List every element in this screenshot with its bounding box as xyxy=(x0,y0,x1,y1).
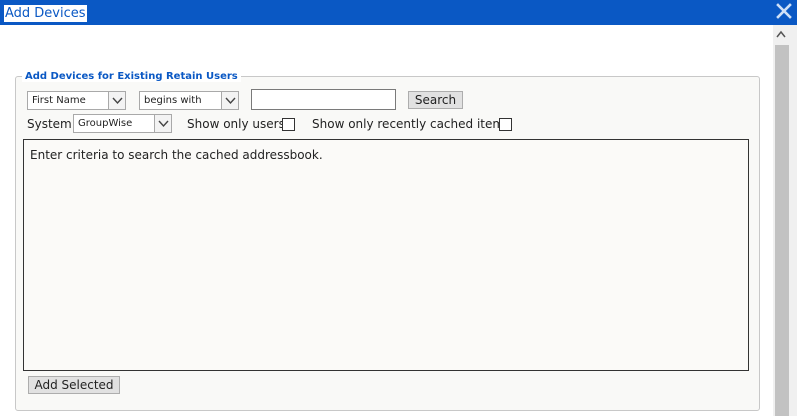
results-list[interactable]: Enter criteria to search the cached addr… xyxy=(23,139,749,371)
search-input[interactable] xyxy=(251,89,396,110)
chevron-down-icon xyxy=(154,115,171,132)
operator-select-value: begins with xyxy=(144,95,202,106)
scroll-thumb[interactable] xyxy=(775,45,789,416)
system-label: System xyxy=(27,117,72,131)
chevron-up-icon xyxy=(776,30,786,38)
chevron-down-icon xyxy=(108,92,125,109)
window-title: Add Devices xyxy=(4,5,87,22)
scroll-up-button[interactable] xyxy=(773,25,797,45)
system-select[interactable]: GroupWise xyxy=(73,114,172,133)
add-selected-button[interactable]: Add Selected xyxy=(28,376,120,394)
vertical-scrollbar[interactable] xyxy=(773,25,797,416)
field-select-value: First Name xyxy=(32,95,86,106)
system-select-value: GroupWise xyxy=(78,118,133,129)
search-button[interactable]: Search xyxy=(408,91,463,109)
title-bar: Add Devices xyxy=(0,0,797,25)
show-recent-label: Show only recently cached items xyxy=(312,117,511,131)
field-select[interactable]: First Name xyxy=(27,91,126,110)
group-legend: Add Devices for Existing Retain Users xyxy=(22,71,241,82)
show-recent-checkbox[interactable] xyxy=(499,118,512,131)
operator-select[interactable]: begins with xyxy=(139,91,239,110)
show-only-users-label: Show only users xyxy=(187,117,285,131)
close-icon[interactable] xyxy=(775,2,793,20)
results-message: Enter criteria to search the cached addr… xyxy=(30,148,323,162)
show-only-users-checkbox[interactable] xyxy=(282,118,295,131)
chevron-down-icon xyxy=(221,92,238,109)
